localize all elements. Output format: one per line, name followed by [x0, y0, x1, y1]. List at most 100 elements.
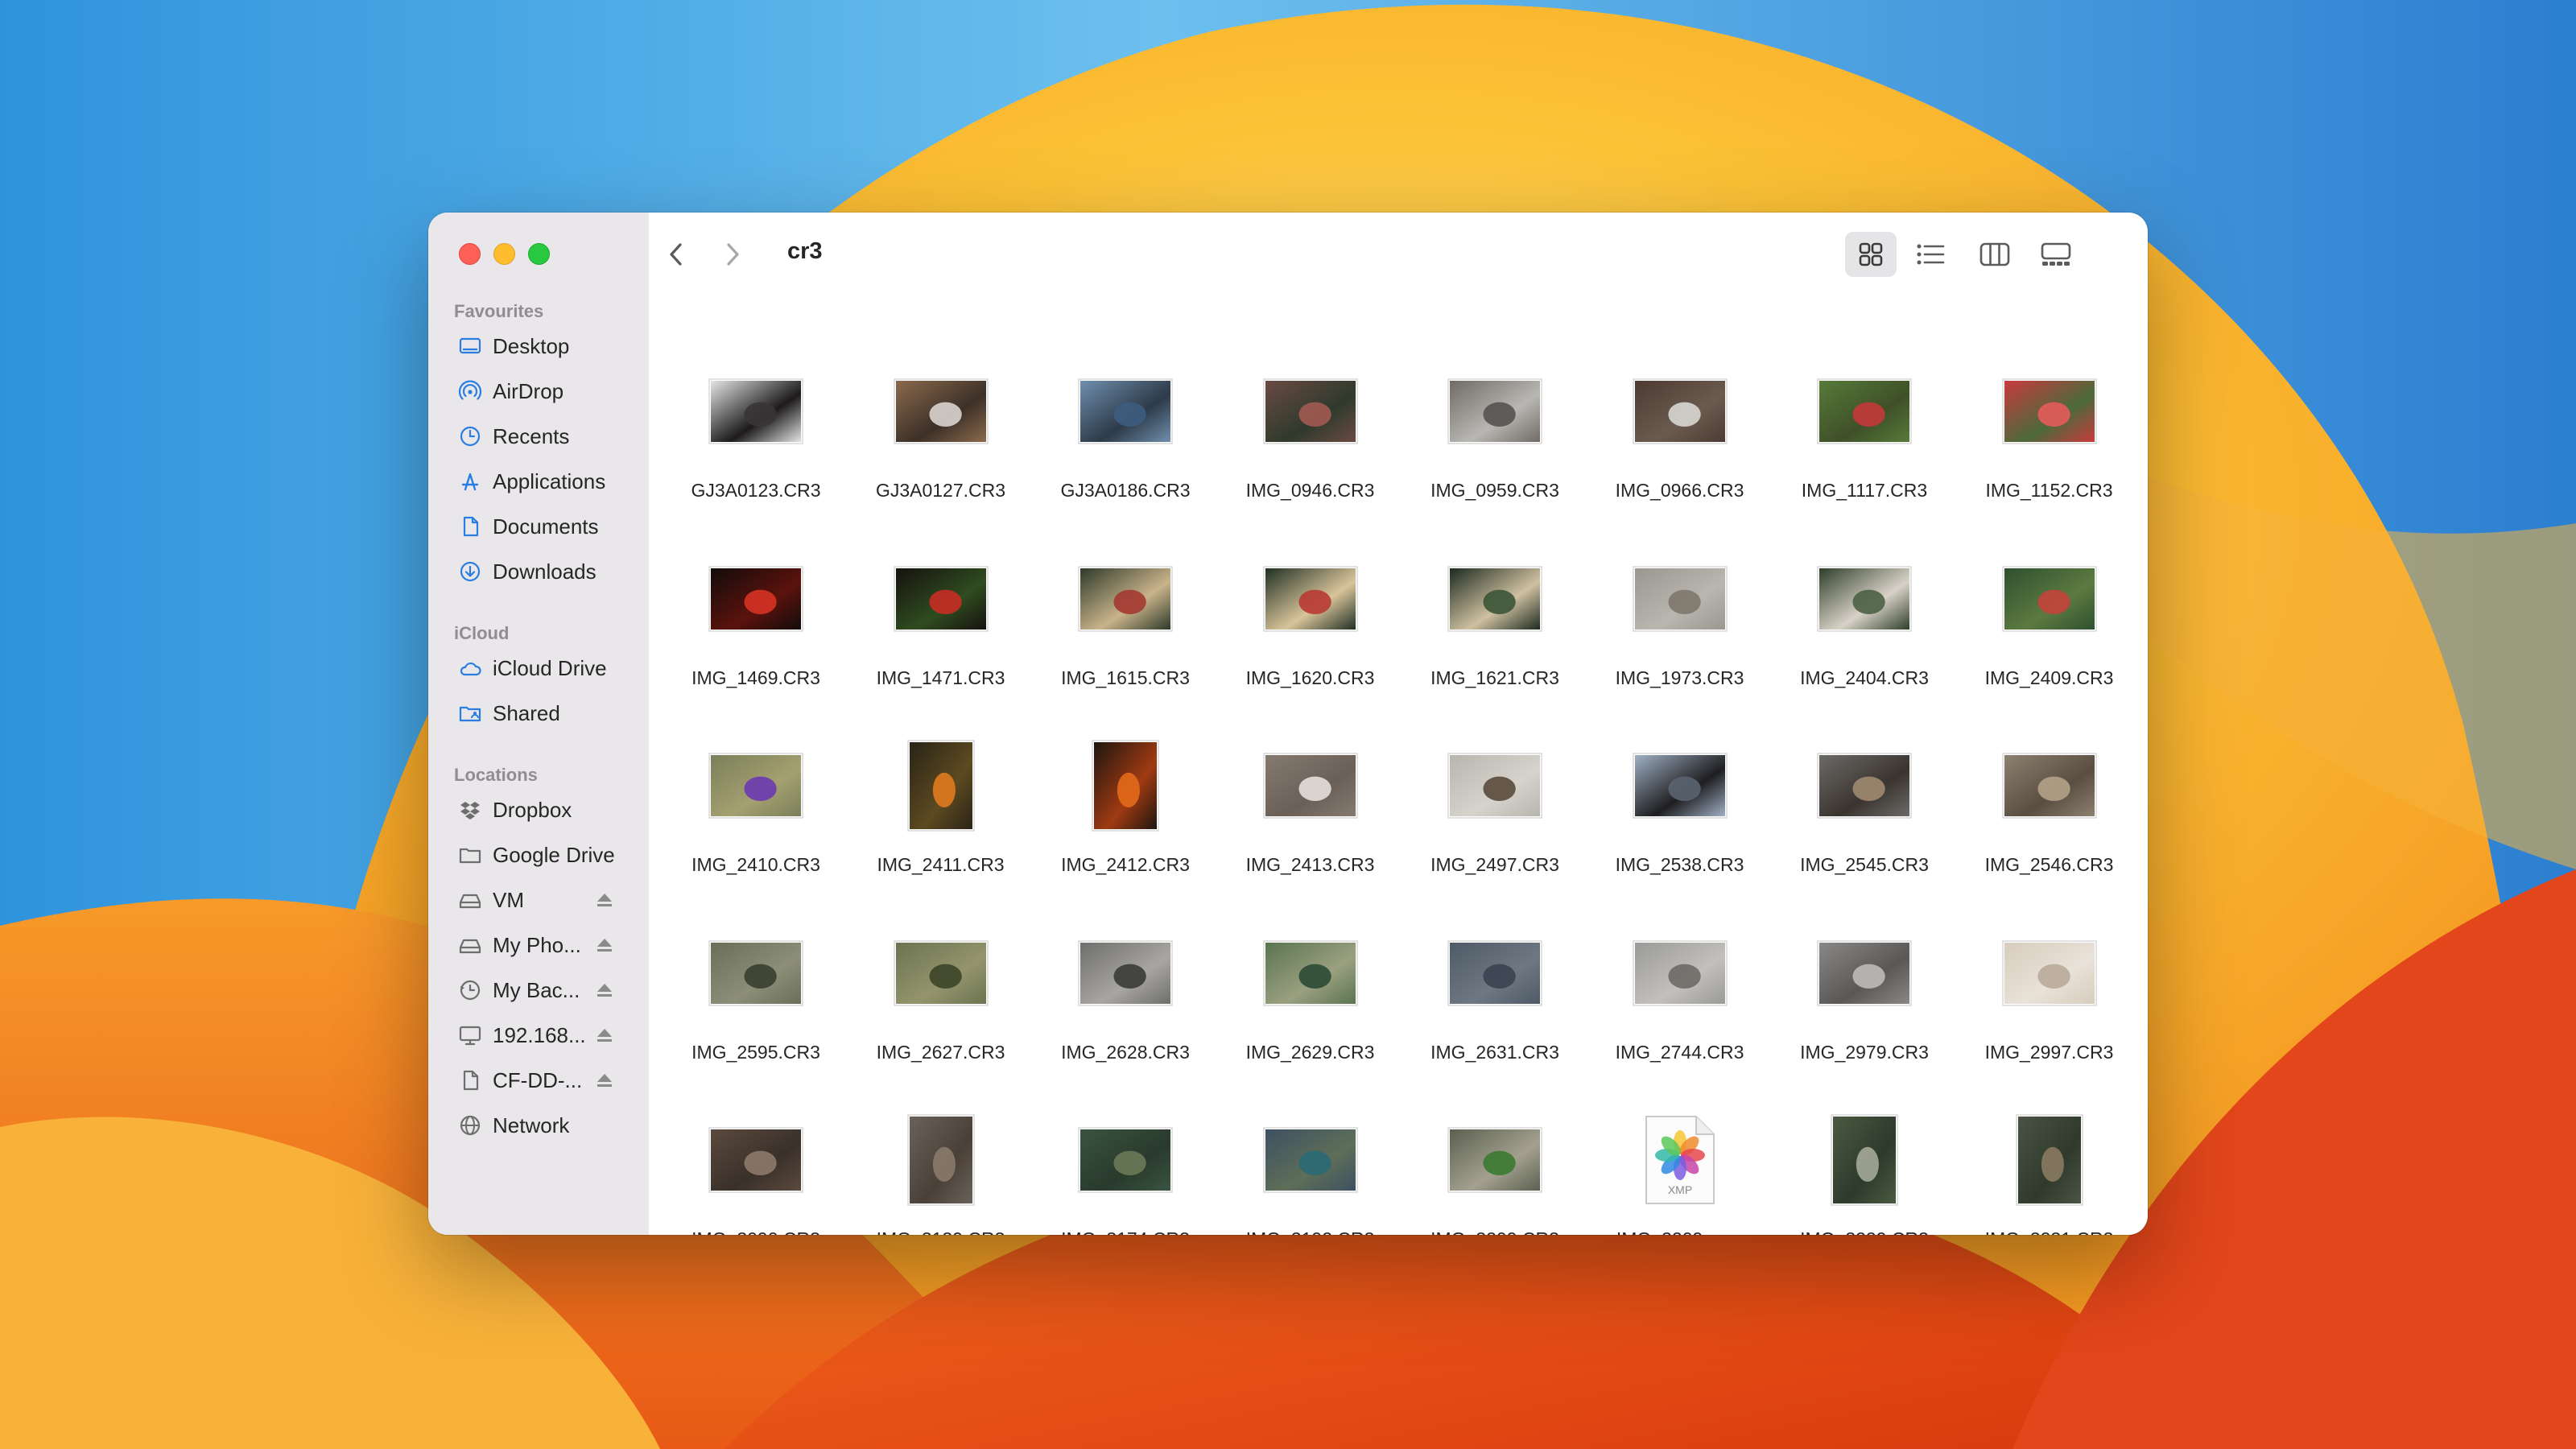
file-item[interactable]: IMG_3229.CR3 [1772, 1100, 1957, 1235]
eject-icon[interactable] [596, 936, 613, 954]
file-item[interactable]: IMG_1469.CR3 [663, 539, 848, 725]
back-button[interactable] [658, 237, 694, 272]
file-item[interactable]: IMG_2997.CR3 [1957, 913, 2142, 1100]
sidebar-item-airdrop[interactable]: AirDrop [428, 369, 649, 414]
sidebar-item-my-bac[interactable]: My Bac... [428, 968, 649, 1013]
file-item[interactable]: IMG_2404.CR3 [1772, 539, 1957, 725]
file-item[interactable]: IMG_1621.CR3 [1402, 539, 1587, 725]
file-item[interactable]: IMG_2497.CR3 [1402, 725, 1587, 912]
file-item[interactable]: IMG_2538.CR3 [1587, 725, 1773, 912]
eject-icon[interactable] [596, 1026, 613, 1044]
view-icon-button[interactable] [1845, 232, 1897, 277]
file-item[interactable]: IMG_2631.CR3 [1402, 913, 1587, 1100]
file-item[interactable]: IMG_1117.CR3 [1772, 351, 1957, 538]
file-item[interactable]: IMG_2629.CR3 [1218, 913, 1403, 1100]
file-item[interactable]: IMG_3090.CR3 [663, 1100, 848, 1235]
file-thumbnail-wrap [663, 539, 848, 659]
file-item[interactable]: IMG_0946.CR3 [1218, 351, 1403, 538]
file-name: IMG_2409.CR3 [1984, 667, 2114, 688]
sidebar-item-192-168[interactable]: 192.168... [428, 1013, 649, 1058]
file-thumbnail-wrap [1402, 913, 1587, 1034]
file-item[interactable]: IMG_2410.CR3 [663, 725, 848, 912]
sidebar-item-google-drive[interactable]: Google Drive [428, 832, 649, 877]
file-thumbnail-wrap [1218, 351, 1403, 472]
file-item[interactable]: IMG_3192.CR3 [1218, 1100, 1403, 1235]
forward-button[interactable] [715, 237, 750, 272]
sidebar-item-label: Downloads [493, 559, 597, 584]
photo-thumbnail [1078, 378, 1173, 444]
sidebar-item-label: Applications [493, 469, 606, 493]
sidebar-item-dropbox[interactable]: Dropbox [428, 787, 649, 832]
sidebar-item-shared[interactable]: Shared [428, 691, 649, 736]
file-item[interactable]: IMG_2628.CR3 [1033, 913, 1218, 1100]
file-item[interactable]: IMG_3174.CR3 [1033, 1100, 1218, 1235]
file-thumbnail-wrap [1957, 1100, 2142, 1220]
clock-icon [457, 423, 483, 449]
file-item[interactable]: IMG_1152.CR3 [1957, 351, 2142, 538]
sidebar-item-desktop[interactable]: Desktop [428, 324, 649, 369]
eject-icon[interactable] [596, 1071, 613, 1089]
minimize-button[interactable] [493, 243, 515, 265]
file-item[interactable]: IMG_1615.CR3 [1033, 539, 1218, 725]
close-button[interactable] [459, 243, 481, 265]
sidebar-item-label: My Pho... [493, 932, 581, 957]
photo-thumbnail [708, 1127, 803, 1194]
file-item[interactable]: IMG_2595.CR3 [663, 913, 848, 1100]
sidebar-item-network[interactable]: Network [428, 1103, 649, 1148]
file-item[interactable]: IMG_2545.CR3 [1772, 725, 1957, 912]
file-item[interactable]: GJ3A0123.CR3 [663, 351, 848, 538]
photo-thumbnail [1262, 1127, 1358, 1194]
file-thumbnail-wrap [1957, 725, 2142, 846]
sidebar-item-applications[interactable]: Applications [428, 459, 649, 504]
file-item[interactable]: IMG_1620.CR3 [1218, 539, 1403, 725]
file-item[interactable]: GJ3A0127.CR3 [848, 351, 1034, 538]
sidebar-item-my-pho[interactable]: My Pho... [428, 923, 649, 968]
file-item[interactable]: IMG_3139.CR3 [848, 1100, 1034, 1235]
file-item[interactable]: IMG_2411.CR3 [848, 725, 1034, 912]
view-gallery-button[interactable] [2030, 232, 2082, 277]
file-item[interactable]: GJ3A0186.CR3 [1033, 351, 1218, 538]
view-column-button[interactable] [1969, 232, 2021, 277]
photo-thumbnail [1447, 753, 1542, 819]
file-name: IMG_3231.CR3 [1951, 1228, 2149, 1235]
file-name: IMG_2629.CR3 [1245, 1041, 1375, 1063]
file-item[interactable]: IMG_3209.CR3 [1402, 1100, 1587, 1235]
file-item[interactable]: IMG_2409.CR3 [1957, 539, 2142, 725]
sidebar-item-recents[interactable]: Recents [428, 414, 649, 459]
dropbox-icon [457, 797, 483, 823]
file-item[interactable]: IMG_2627.CR3 [848, 913, 1034, 1100]
document-icon [457, 514, 483, 539]
sidebar-item-icloud-drive[interactable]: iCloud Drive [428, 646, 649, 691]
file-item[interactable]: IMG_1471.CR3 [848, 539, 1034, 725]
sidebar-item-label: AirDrop [493, 378, 564, 403]
file-name: IMG_2497.CR3 [1430, 854, 1559, 876]
file-item[interactable]: IMG_1973.CR3 [1587, 539, 1773, 725]
photo-thumbnail [1817, 378, 1912, 444]
file-name: IMG_2627.CR3 [876, 1041, 1005, 1063]
file-item[interactable]: IMG_2744.CR3 [1587, 913, 1773, 1100]
zoom-button[interactable] [528, 243, 550, 265]
sidebar-item-downloads[interactable]: Downloads [428, 549, 649, 594]
sidebar-item-vm[interactable]: VM [428, 877, 649, 923]
sidebar-item-label: My Bac... [493, 977, 580, 1002]
file-item[interactable]: IMG_0966.CR3 [1587, 351, 1773, 538]
sidebar-item-documents[interactable]: Documents [428, 504, 649, 549]
file-item[interactable]: IMG_2412.CR3 [1033, 725, 1218, 912]
file-item[interactable]: IMG_2979.CR3 [1772, 913, 1957, 1100]
view-list-button[interactable] [1905, 232, 1956, 277]
file-type-badge: XMP [1667, 1183, 1691, 1196]
file-item[interactable]: XMPIMG_3209.xmp [1587, 1100, 1773, 1235]
file-item[interactable]: IMG_2546.CR3 [1957, 725, 2142, 912]
file-thumbnail-wrap [1957, 539, 2142, 659]
file-thumbnail-wrap [1218, 1100, 1403, 1220]
sidebar-heading: Locations [454, 765, 538, 785]
eject-icon[interactable] [596, 981, 613, 999]
photo-thumbnail [2001, 940, 2097, 1006]
photo-thumbnail [1078, 940, 1173, 1006]
sidebar-item-cf-dd[interactable]: CF-DD-... [428, 1058, 649, 1103]
eject-icon[interactable] [596, 891, 613, 909]
file-item[interactable]: IMG_2413.CR3 [1218, 725, 1403, 912]
file-name: IMG_1471.CR3 [876, 667, 1005, 688]
file-item[interactable]: IMG_0959.CR3 [1402, 351, 1587, 538]
file-item[interactable]: IMG_3231.CR3 [1957, 1100, 2142, 1235]
